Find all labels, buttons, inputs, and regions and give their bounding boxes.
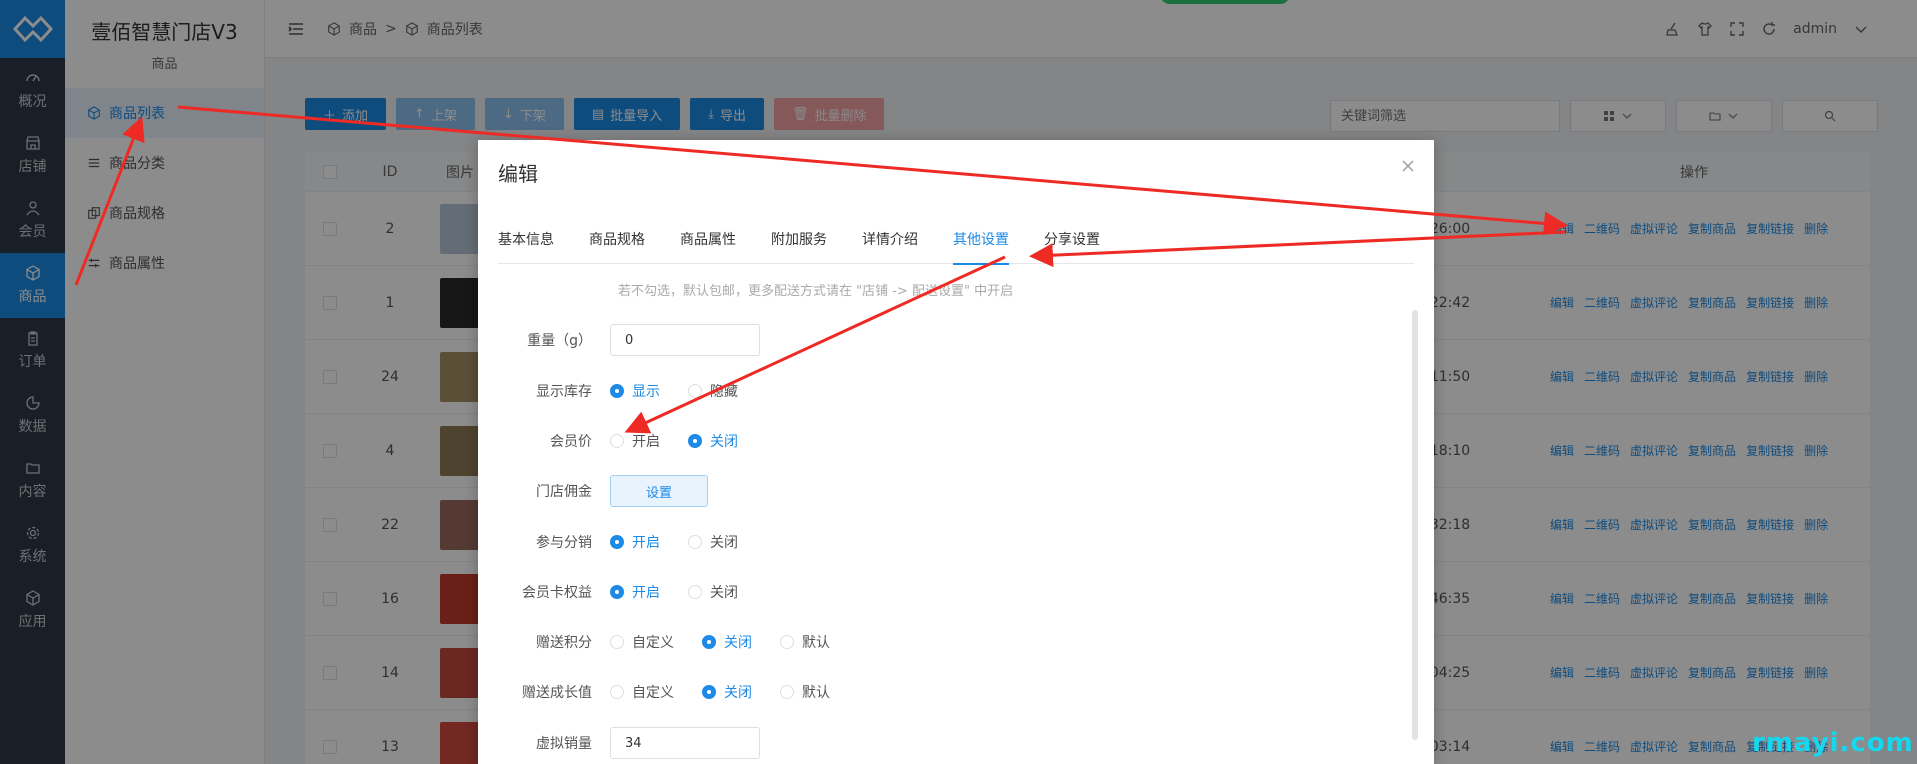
radio-label: 关闭: [710, 434, 738, 450]
distribution-label: 参与分销: [536, 535, 592, 551]
tab-share-settings[interactable]: 分享设置: [1044, 228, 1122, 264]
member-card-radio-off[interactable]: 关闭: [688, 582, 738, 602]
form-row-commission: 门店佣金 设置: [498, 474, 1298, 508]
form-row-member-card: 会员卡权益 开启 关闭: [498, 575, 1298, 609]
edit-dialog: 编辑 基本信息 商品规格 商品属性 附加服务 详情介绍 其他设置 分享设置 若不…: [478, 140, 1434, 764]
member-card-radio-on[interactable]: 开启: [610, 582, 660, 602]
form-row-growth: 赠送成长值 自定义 关闭 默认: [498, 675, 1298, 709]
radio-label: 自定义: [632, 635, 674, 651]
dialog-scrollbar[interactable]: [1412, 310, 1418, 740]
shipping-hint: 若不勾选，默认包邮，更多配送方式请在 "店铺 -> 配送设置" 中开启: [618, 284, 1014, 299]
radio-label: 显示: [632, 384, 660, 400]
tab-product-spec[interactable]: 商品规格: [589, 228, 667, 264]
member-price-radio-off[interactable]: 关闭: [688, 431, 738, 451]
form-row-show-stock: 显示库存 显示 隐藏: [498, 374, 1298, 408]
radio-label: 关闭: [724, 635, 752, 651]
weight-input[interactable]: [610, 324, 760, 356]
close-icon[interactable]: [1400, 158, 1416, 174]
radio-label: 默认: [802, 685, 830, 701]
virtual-sales-input[interactable]: [610, 727, 760, 759]
show-stock-label: 显示库存: [536, 384, 592, 400]
member-price-label: 会员价: [550, 434, 592, 450]
points-radio-custom[interactable]: 自定义: [610, 632, 674, 652]
commission-set-button[interactable]: 设置: [610, 475, 708, 507]
form-row-virtual-sales: 虚拟销量: [498, 726, 1298, 760]
points-label: 赠送积分: [536, 635, 592, 651]
growth-label: 赠送成长值: [522, 685, 592, 701]
member-price-radio-on[interactable]: 开启: [610, 431, 660, 451]
virtual-sales-label: 虚拟销量: [536, 736, 592, 752]
radio-label: 自定义: [632, 685, 674, 701]
tab-product-attr[interactable]: 商品属性: [680, 228, 758, 264]
radio-label: 关闭: [710, 535, 738, 551]
member-card-label: 会员卡权益: [522, 585, 592, 601]
tab-extra-service[interactable]: 附加服务: [771, 228, 849, 264]
tab-other-settings[interactable]: 其他设置: [953, 228, 1031, 265]
distribution-radio-off[interactable]: 关闭: [688, 532, 738, 552]
dialog-title: 编辑: [498, 162, 538, 186]
form-row-distribution: 参与分销 开启 关闭: [498, 525, 1298, 559]
growth-radio-default[interactable]: 默认: [780, 682, 830, 702]
watermark: rmayi.com: [1752, 728, 1914, 758]
form-row-points: 赠送积分 自定义 关闭 默认: [498, 625, 1298, 659]
points-radio-off[interactable]: 关闭: [702, 632, 752, 652]
radio-label: 默认: [802, 635, 830, 651]
form-row-member-price: 会员价 开启 关闭: [498, 424, 1298, 458]
dialog-tabs: 基本信息 商品规格 商品属性 附加服务 详情介绍 其他设置 分享设置: [498, 228, 1414, 265]
radio-label: 开启: [632, 585, 660, 601]
distribution-radio-on[interactable]: 开启: [610, 532, 660, 552]
show-stock-radio-hide[interactable]: 隐藏: [688, 381, 738, 401]
growth-radio-custom[interactable]: 自定义: [610, 682, 674, 702]
tab-detail[interactable]: 详情介绍: [862, 228, 940, 264]
form-row-weight: 重量（g）: [498, 323, 1298, 357]
radio-label: 开启: [632, 434, 660, 450]
radio-label: 关闭: [710, 585, 738, 601]
dialog-body: 若不勾选，默认包邮，更多配送方式请在 "店铺 -> 配送设置" 中开启 重量（g…: [498, 270, 1414, 764]
weight-label: 重量（g）: [527, 333, 592, 349]
points-radio-default[interactable]: 默认: [780, 632, 830, 652]
radio-label: 开启: [632, 535, 660, 551]
commission-label: 门店佣金: [536, 484, 592, 500]
growth-radio-off[interactable]: 关闭: [702, 682, 752, 702]
show-stock-radio-show[interactable]: 显示: [610, 381, 660, 401]
tab-basic-info[interactable]: 基本信息: [498, 228, 576, 264]
radio-label: 关闭: [724, 685, 752, 701]
radio-label: 隐藏: [710, 384, 738, 400]
